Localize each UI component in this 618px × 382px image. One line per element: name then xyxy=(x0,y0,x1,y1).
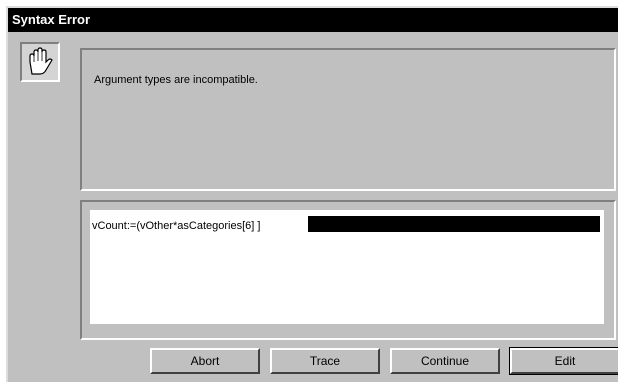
error-highlight xyxy=(308,216,600,232)
abort-button[interactable]: Abort xyxy=(150,348,260,374)
continue-button[interactable]: Continue xyxy=(390,348,500,374)
stop-hand-icon xyxy=(20,42,60,82)
source-line: vCount:=(vOther*asCategories[6] ] xyxy=(92,220,261,232)
source-view[interactable]: vCount:=(vOther*asCategories[6] ] xyxy=(90,210,604,324)
message-panel: Argument types are incompatible. xyxy=(80,48,616,191)
dialog-title: Syntax Error xyxy=(8,8,618,32)
error-message: Argument types are incompatible. xyxy=(94,74,258,86)
syntax-error-dialog: Syntax Error Argument types are incompat… xyxy=(6,6,618,382)
edit-button[interactable]: Edit xyxy=(509,347,618,375)
source-panel: vCount:=(vOther*asCategories[6] ] xyxy=(80,200,616,340)
trace-button[interactable]: Trace xyxy=(270,348,380,374)
